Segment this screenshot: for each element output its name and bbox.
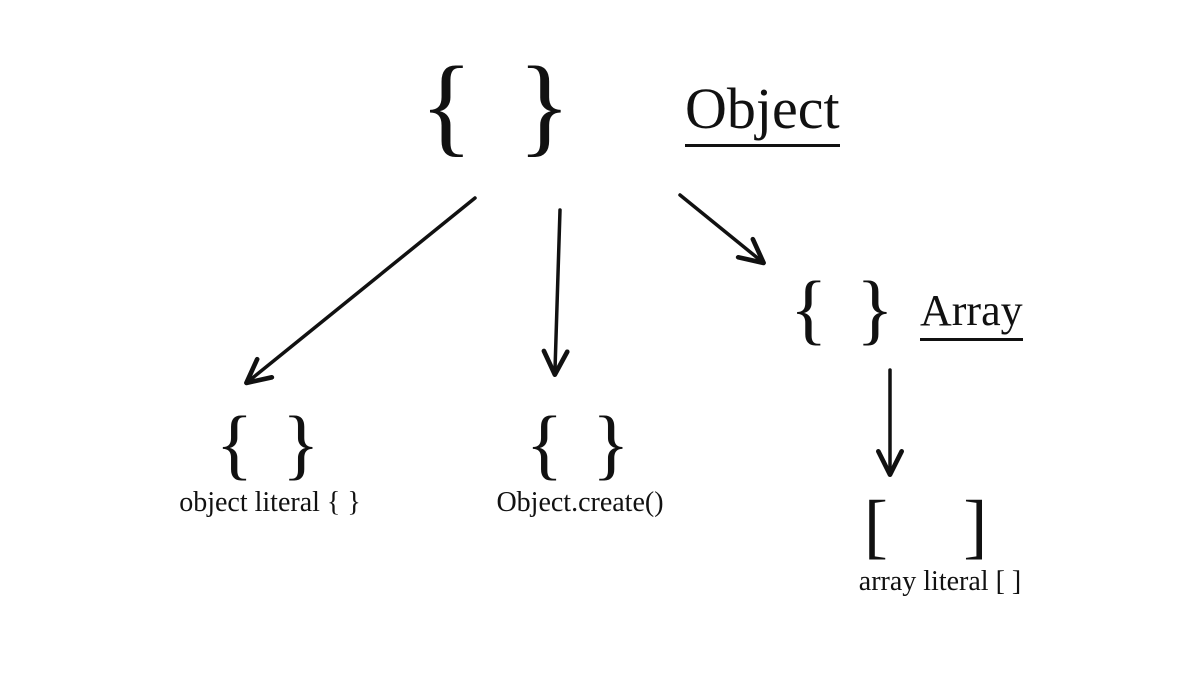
object-literal-node: { } object literal { } xyxy=(140,405,400,519)
array-label-text: Array xyxy=(920,285,1023,341)
root-object-node: { } xyxy=(420,50,580,160)
array-literal-node: [ ] array literal [ ] xyxy=(800,490,1080,598)
root-braces-icon: { } xyxy=(420,44,580,166)
object-literal-caption: object literal { } xyxy=(140,487,400,519)
array-literal-caption: array literal [ ] xyxy=(800,566,1080,598)
object-literal-braces-icon: { } xyxy=(140,405,400,483)
array-label: Array xyxy=(920,285,1023,341)
array-node: { } xyxy=(790,270,898,348)
object-create-caption: Object.create() xyxy=(450,487,710,519)
object-label-text: Object xyxy=(685,75,840,147)
root-object-label: Object xyxy=(685,75,840,147)
prototype-diagram: { } Object { } object literal { } { } Ob… xyxy=(0,0,1200,675)
array-literal-brackets-icon: [ ] xyxy=(800,490,1080,562)
array-braces-icon: { } xyxy=(790,265,898,352)
object-create-braces-icon: { } xyxy=(450,405,710,483)
object-create-node: { } Object.create() xyxy=(450,405,710,519)
